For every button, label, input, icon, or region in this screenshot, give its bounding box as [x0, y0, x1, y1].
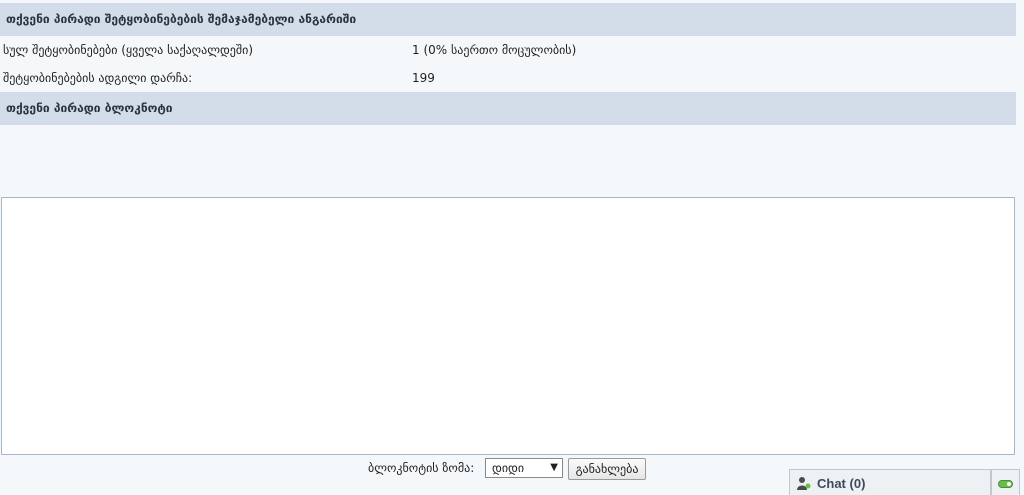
- update-button[interactable]: განახლება: [568, 458, 646, 480]
- chat-label: Chat (0): [817, 476, 865, 491]
- remaining-space-value: 199: [412, 71, 435, 85]
- page: თქვენი პირადი შეტყობინებების შემაჯამებელ…: [0, 0, 1016, 495]
- chat-label-text: Chat: [817, 476, 846, 491]
- chat-count: (0): [849, 476, 866, 491]
- dropdown-arrow-icon: ▼: [550, 462, 558, 473]
- stats-row-remaining: შეტყობინებების ადგილი დარჩა: 199: [0, 64, 1016, 92]
- total-messages-value: 1 (0% საერთო მოცულობის): [412, 43, 577, 57]
- chat-bar[interactable]: Chat (0): [789, 469, 991, 495]
- total-messages-label: სულ შეტყობინებები (ყველა საქაღალდეში): [3, 43, 253, 57]
- remaining-space-label: შეტყობინებების ადგილი დარჩა:: [3, 71, 193, 85]
- toggle-switch-icon: [998, 480, 1013, 488]
- summary-header: თქვენი პირადი შეტყობინებების შემაჯამებელ…: [0, 3, 1016, 36]
- notepad-size-select[interactable]: დიდი ▼: [485, 458, 563, 478]
- summary-title: თქვენი პირადი შეტყობინებების შემაჯამებელ…: [6, 12, 357, 26]
- notepad-spacer: [0, 125, 1016, 197]
- notepad-title: თქვენი პირადი ბლოკნოტი: [6, 101, 173, 115]
- person-icon: [797, 477, 811, 490]
- notepad-size-selected: დიდი: [492, 461, 525, 475]
- notepad-header: თქვენი პირადი ბლოკნოტი: [0, 92, 1016, 125]
- notepad-size-label: ბლოკნოტის ზომა:: [368, 461, 475, 475]
- chat-toggle[interactable]: [991, 469, 1020, 495]
- notepad-textarea[interactable]: [1, 197, 1015, 455]
- stats-row-total: სულ შეტყობინებები (ყველა საქაღალდეში) 1 …: [0, 36, 1016, 64]
